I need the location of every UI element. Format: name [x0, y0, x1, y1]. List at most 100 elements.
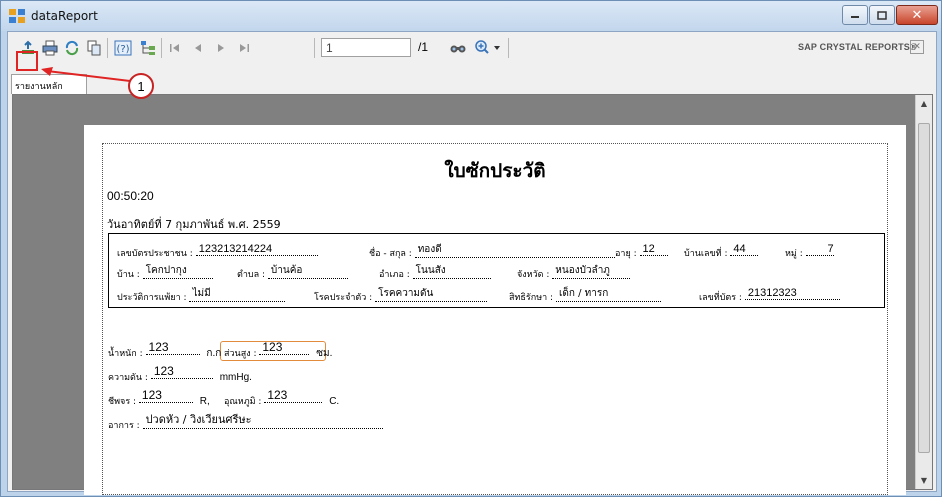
find-icon: [450, 45, 466, 53]
minimize-button[interactable]: [842, 5, 868, 25]
allergy-field: ประวัติการแพ้ยา : ไม่มี: [117, 288, 286, 306]
print-date: วันอาทิตย์ที่ 7 กุมภาพันธ์ พ.ศ. 2559: [107, 218, 281, 231]
scroll-thumb[interactable]: [918, 123, 930, 453]
id-field: เลขบัตรประชาชน : 123213214224: [117, 243, 318, 260]
crystal-reports-brand: SAP CRYSTAL REPORTS®: [798, 42, 917, 52]
symptom-value: ปวดหัว / วิงเวียนศรีษะ: [142, 410, 383, 429]
village-value: โคกปากุง: [142, 263, 213, 279]
patient-info-box: เลขบัตรประชาชน : 123213214224 ชื่อ - สกุ…: [108, 233, 885, 308]
page-number-input[interactable]: [321, 38, 411, 57]
prev-page-button[interactable]: [188, 38, 208, 58]
svg-text:(?): (?): [116, 44, 129, 55]
pulse-field: ชีพจร : 123 R,: [108, 388, 210, 408]
refresh-button[interactable]: [62, 38, 82, 58]
app-icon: [9, 9, 25, 23]
village-label: บ้าน :: [117, 270, 140, 280]
province-label: จังหวัด :: [517, 270, 550, 280]
report-toolbar: (?) /1: [8, 32, 936, 62]
name-label: ชื่อ - สกุล :: [369, 249, 412, 259]
annotation-number: 1: [128, 73, 154, 99]
scroll-down-icon[interactable]: ▼: [916, 472, 932, 489]
report-title: ใบซักประวัติ: [444, 160, 546, 182]
first-page-icon: [170, 44, 179, 52]
close-icon: ✕: [911, 7, 923, 23]
print-button-highlight: [16, 51, 38, 71]
toolbar-separator: [314, 38, 315, 58]
copy-button[interactable]: [84, 38, 104, 58]
province-field: จังหวัด : หนองบัวลำภู: [517, 265, 631, 283]
id-label: เลขบัตรประชาชน :: [117, 249, 193, 259]
allergy-value: ไม่มี: [189, 286, 286, 302]
moo-field: หมู่ : 7: [785, 243, 834, 260]
name-value: ทองดี: [414, 242, 615, 258]
treatment-rights-label: สิทธิรักษา :: [509, 293, 554, 303]
group-tree-icon: [141, 41, 155, 55]
minimize-icon: [851, 16, 859, 18]
height-label: ส่วนสูง :: [224, 349, 257, 359]
client-area: (?) /1: [7, 31, 937, 495]
help-icon: (?): [114, 40, 132, 56]
zoom-button[interactable]: [472, 38, 504, 58]
weight-value: 123: [145, 340, 200, 355]
print-button[interactable]: [40, 38, 60, 58]
report-viewer[interactable]: ใบซักประวัติ 00:50:20 วันอาทิตย์ที่ 7 กุ…: [12, 94, 933, 495]
maximize-button[interactable]: [869, 5, 895, 25]
chronic-disease-label: โรคประจำตัว :: [314, 293, 373, 303]
id-value: 123213214224: [195, 243, 318, 256]
page-total: /1: [418, 40, 429, 54]
blood-pressure-label: ความดัน :: [108, 373, 148, 383]
blood-pressure-value: 123: [150, 364, 213, 379]
treatment-rights-value: เด็ก / ทารก: [555, 286, 661, 302]
age-label: อายุ :: [615, 249, 637, 259]
pulse-unit: R,: [199, 396, 210, 407]
find-button[interactable]: [448, 38, 468, 58]
maximize-icon: [877, 10, 887, 20]
brand-close-button[interactable]: ✕: [910, 40, 924, 54]
age-value: 12: [639, 243, 668, 256]
card-number-value: 21312323: [744, 287, 840, 300]
temperature-value: 123: [264, 388, 323, 403]
temperature-field: อุณหภูมิ : 123 C.: [224, 388, 340, 408]
group-tree-button[interactable]: [138, 38, 158, 58]
temperature-unit: C.: [329, 396, 340, 407]
help-button[interactable]: (?): [113, 38, 133, 58]
report-page: ใบซักประวัติ 00:50:20 วันอาทิตย์ที่ 7 กุ…: [84, 125, 906, 495]
tab-main-report[interactable]: รายงานหลัก: [11, 74, 87, 94]
next-page-icon: [218, 44, 224, 52]
moo-label: หมู่ :: [785, 249, 803, 259]
symptom-field: อาการ : ปวดหัว / วิงเวียนศรีษะ: [108, 413, 383, 434]
treatment-rights-field: สิทธิรักษา : เด็ก / ทารก: [509, 288, 661, 306]
village-field: บ้าน : โคกปากุง: [117, 265, 213, 283]
height-unit: ซม.: [316, 348, 333, 359]
height-field: ส่วนสูง : 123 ซม.: [224, 340, 333, 361]
scroll-up-icon[interactable]: ▲: [916, 95, 932, 112]
refresh-icon: [65, 40, 79, 56]
district-field: อำเภอ : โนนสัง: [379, 265, 491, 283]
blood-pressure-field: ความดัน : 123 mmHg.: [108, 364, 252, 384]
close-button[interactable]: ✕: [896, 5, 938, 25]
print-icon: [42, 40, 58, 56]
chronic-disease-value: โรคความดัน: [375, 286, 488, 302]
subdistrict-field: ตำบล : บ้านค้อ: [237, 265, 348, 283]
card-number-label: เลขที่บัตร :: [699, 293, 742, 303]
pulse-value: 123: [138, 388, 193, 403]
first-page-button[interactable]: [165, 38, 185, 58]
tab-label: รายงานหลัก: [15, 82, 63, 92]
province-value: หนองบัวลำภู: [552, 263, 631, 279]
prev-page-icon: [195, 44, 201, 52]
symptom-label: อาการ :: [108, 421, 140, 431]
vertical-scrollbar[interactable]: ▲ ▼: [915, 95, 932, 489]
next-page-button[interactable]: [211, 38, 231, 58]
card-number-field: เลขที่บัตร : 21312323: [699, 287, 840, 304]
house-number-value: 44: [730, 243, 759, 256]
title-bar[interactable]: dataReport ✕: [1, 1, 941, 31]
house-number-field: บ้านเลขที่ : 44: [684, 243, 759, 260]
report-window: dataReport ✕ (?) 1 /1 SAP CRYSTAL REPORT…: [0, 0, 942, 497]
chronic-disease-field: โรคประจำตัว : โรคความดัน: [314, 288, 488, 306]
print-time: 00:50:20: [107, 189, 154, 203]
subdistrict-label: ตำบล :: [237, 270, 266, 280]
moo-value: 7: [805, 243, 834, 256]
toolbar-separator: [161, 38, 162, 58]
temperature-label: อุณหภูมิ :: [224, 397, 262, 407]
last-page-button[interactable]: [234, 38, 254, 58]
